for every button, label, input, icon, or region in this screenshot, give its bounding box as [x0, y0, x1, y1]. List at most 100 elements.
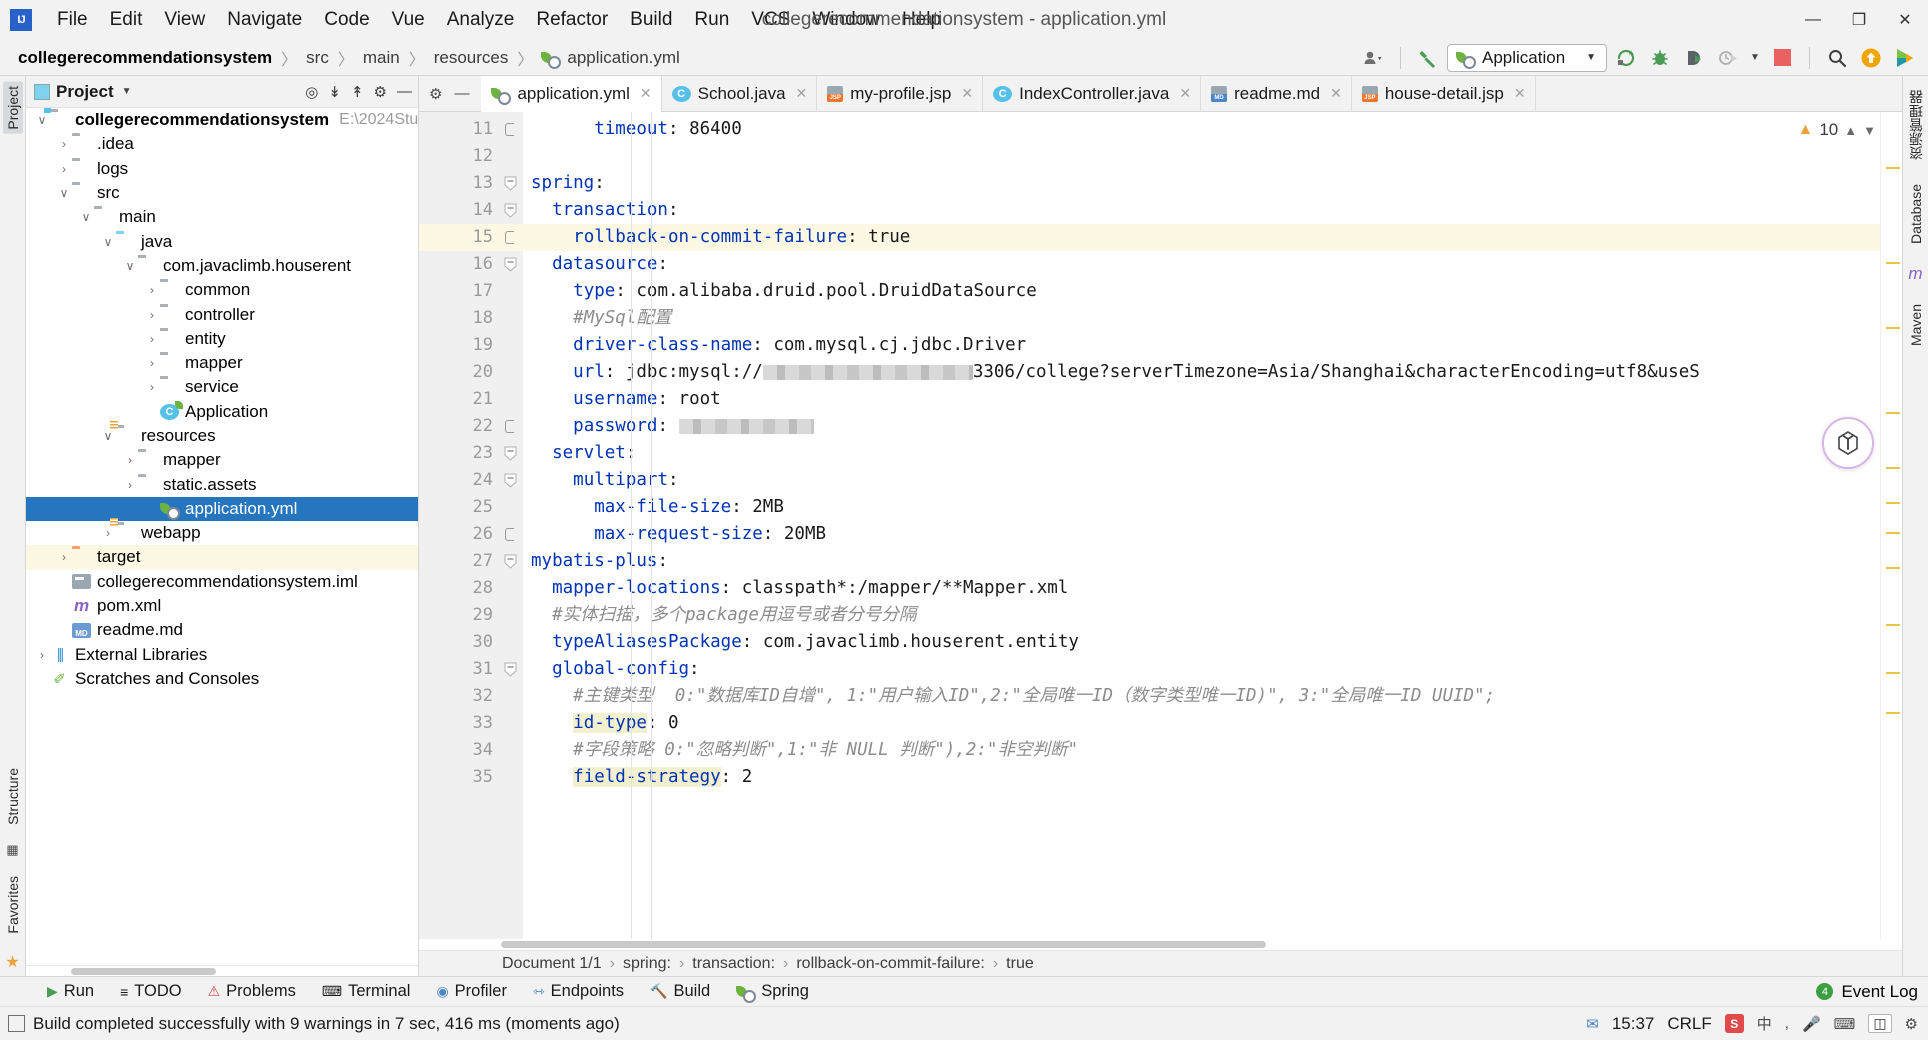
tray-icon[interactable]: ⚙	[1905, 1015, 1918, 1033]
close-button[interactable]: ✕	[1882, 0, 1928, 40]
error-stripe-mark[interactable]	[1886, 327, 1900, 329]
search-icon[interactable]	[1822, 44, 1852, 72]
close-icon[interactable]: ✕	[796, 85, 808, 102]
menu-run[interactable]: Run	[683, 6, 740, 34]
code-line[interactable]: global-config:	[523, 656, 1880, 683]
tool-window-todo[interactable]: ≡ TODO	[107, 980, 195, 1003]
rail-tab-favorites[interactable]: Favorites	[3, 872, 23, 938]
fold-region[interactable]	[501, 143, 523, 170]
chevron-right-icon[interactable]: ›	[34, 648, 50, 662]
code-line[interactable]: rollback-on-commit-failure: true	[523, 224, 1880, 251]
tree-node-src[interactable]: ∨ src	[26, 181, 418, 205]
microphone-icon[interactable]: 🎤	[1802, 1015, 1821, 1033]
chevron-down-icon[interactable]: ∨	[56, 186, 72, 200]
tool-window-terminal[interactable]: ⌨ Terminal	[309, 980, 424, 1003]
breadcrumb-resources[interactable]: resources	[430, 46, 513, 70]
breadcrumb-rollback[interactable]: rollback-on-commit-failure:	[793, 955, 988, 973]
code-line[interactable]: spring:	[523, 170, 1880, 197]
tree-node-webapp[interactable]: › webapp	[26, 518, 418, 545]
fold-bracket-icon[interactable]	[505, 528, 514, 541]
debug-icon[interactable]	[1645, 44, 1675, 72]
fold-region[interactable]	[501, 224, 523, 251]
fold-region[interactable]	[501, 413, 523, 440]
build-hammer-icon[interactable]	[1413, 44, 1443, 72]
settings-gear-icon[interactable]: ⚙	[374, 83, 387, 101]
error-stripe-mark[interactable]	[1886, 672, 1900, 674]
fold-region[interactable]	[501, 197, 523, 224]
tree-node-readme-md[interactable]: ›MD readme.md	[26, 618, 418, 642]
keyboard-icon[interactable]: ⌨	[1834, 1015, 1856, 1033]
rail-tab-maven[interactable]: Maven	[1906, 300, 1926, 350]
scrollbar-thumb[interactable]	[71, 968, 216, 975]
rail-tab-resource-manager[interactable]: 资源管理器	[1904, 86, 1928, 164]
ide-features-icon[interactable]	[1890, 44, 1920, 72]
code-line[interactable]: #字段策略 0:"忽略判断",1:"非 NULL 判断"),2:"非空判断"	[523, 737, 1880, 764]
close-icon[interactable]: ✕	[640, 85, 652, 102]
collapse-all-icon[interactable]: ↟	[351, 83, 364, 101]
tree-node-com-javaclimb-houserent[interactable]: ∨ com.javaclimb.houserent	[26, 254, 418, 278]
fold-region[interactable]	[501, 170, 523, 197]
error-stripe-mark[interactable]	[1886, 712, 1900, 714]
fold-region[interactable]	[501, 332, 523, 359]
error-stripe-mark[interactable]	[1886, 262, 1900, 264]
code-viewport[interactable]: 11 12 13 14 15 16 17 18 19 20 21 22 23 24 25 26 27 28 29 30…	[419, 112, 1902, 939]
fold-region[interactable]	[501, 494, 523, 521]
fold-region[interactable]	[501, 737, 523, 764]
tree-node-main[interactable]: ∨ main	[26, 205, 418, 229]
fold-collapse-icon[interactable]	[504, 446, 517, 461]
editor-tab-my-profile-jsp[interactable]: my-profile.jsp ✕	[817, 76, 984, 111]
hide-minimize-icon[interactable]: —	[454, 85, 469, 102]
code-line[interactable]: id-type: 0	[523, 710, 1880, 737]
menu-view[interactable]: View	[153, 6, 216, 34]
chevron-right-icon[interactable]: ›	[122, 453, 138, 467]
tool-window-problems[interactable]: ⚠ Problems	[195, 980, 309, 1003]
tree-node-pom-xml[interactable]: ›m pom.xml	[26, 594, 418, 618]
fold-region[interactable]	[501, 575, 523, 602]
code-text[interactable]: timeout: 86400 spring: transaction: rollb…	[523, 112, 1880, 939]
tree-node-collegerecommendationsystem-iml[interactable]: › collegerecommendationsystem.iml	[26, 570, 418, 594]
code-line[interactable]: driver-class-name: com.mysql.cj.jdbc.Dri…	[523, 332, 1880, 359]
menu-vue[interactable]: Vue	[381, 6, 436, 34]
settings-gear-icon[interactable]: ⚙	[429, 85, 442, 103]
tool-window-profiler[interactable]: ◉ Profiler	[423, 980, 519, 1003]
user-icon[interactable]	[1358, 44, 1388, 72]
code-line[interactable]: url: jdbc:mysql:// 3306/college?serverTim…	[523, 359, 1880, 386]
next-problem-icon[interactable]: ▼	[1863, 123, 1876, 138]
inspection-widget[interactable]: ▲ 10 ▲ ▼	[1797, 120, 1876, 140]
code-line[interactable]: username: root	[523, 386, 1880, 413]
tree-node-controller[interactable]: › controller	[26, 302, 418, 326]
chevron-right-icon[interactable]: ›	[34, 672, 50, 686]
tree-node-service[interactable]: › service	[26, 375, 418, 399]
code-line[interactable]: #实体扫描，多个package用逗号或者分号分隔	[523, 602, 1880, 629]
fold-region[interactable]	[501, 359, 523, 386]
tree-node-application[interactable]: ›CApplication	[26, 400, 418, 424]
breadcrumb-transaction[interactable]: transaction:	[689, 955, 778, 973]
event-log-label[interactable]: Event Log	[1841, 982, 1918, 1002]
chevron-down-icon[interactable]: ∨	[34, 113, 50, 127]
chevron-right-icon[interactable]: ›	[144, 502, 160, 516]
menu-build[interactable]: Build	[619, 6, 683, 34]
previous-problem-icon[interactable]: ▲	[1844, 123, 1857, 138]
editor-horizontal-scrollbar[interactable]	[419, 939, 1902, 950]
chevron-right-icon[interactable]: ›	[56, 599, 72, 613]
close-icon[interactable]: ✕	[1179, 85, 1191, 102]
fold-region[interactable]	[501, 386, 523, 413]
menu-edit[interactable]: Edit	[99, 6, 154, 34]
chevron-right-icon[interactable]: ›	[144, 283, 160, 297]
error-stripe-mark[interactable]	[1886, 167, 1900, 169]
locate-icon[interactable]: ◎	[305, 83, 318, 101]
code-line[interactable]	[523, 143, 1880, 170]
code-line[interactable]: type: com.alibaba.druid.pool.DruidDataSo…	[523, 278, 1880, 305]
code-line[interactable]: max-request-size: 20MB	[523, 521, 1880, 548]
chevron-right-icon[interactable]: ›	[100, 526, 116, 540]
rerun-icon[interactable]	[1611, 44, 1641, 72]
chevron-down-icon[interactable]: ∨	[100, 235, 116, 249]
run-configuration-selector[interactable]: Application ▼	[1447, 43, 1607, 72]
fold-region[interactable]	[501, 548, 523, 575]
chevron-down-icon[interactable]: ▼	[1747, 44, 1763, 72]
chevron-right-icon[interactable]: ›	[144, 332, 160, 346]
code-line[interactable]: password:	[523, 413, 1880, 440]
tree-node-entity[interactable]: › entity	[26, 327, 418, 351]
fold-collapse-icon[interactable]	[504, 203, 517, 218]
maximize-button[interactable]: ❐	[1836, 0, 1882, 40]
